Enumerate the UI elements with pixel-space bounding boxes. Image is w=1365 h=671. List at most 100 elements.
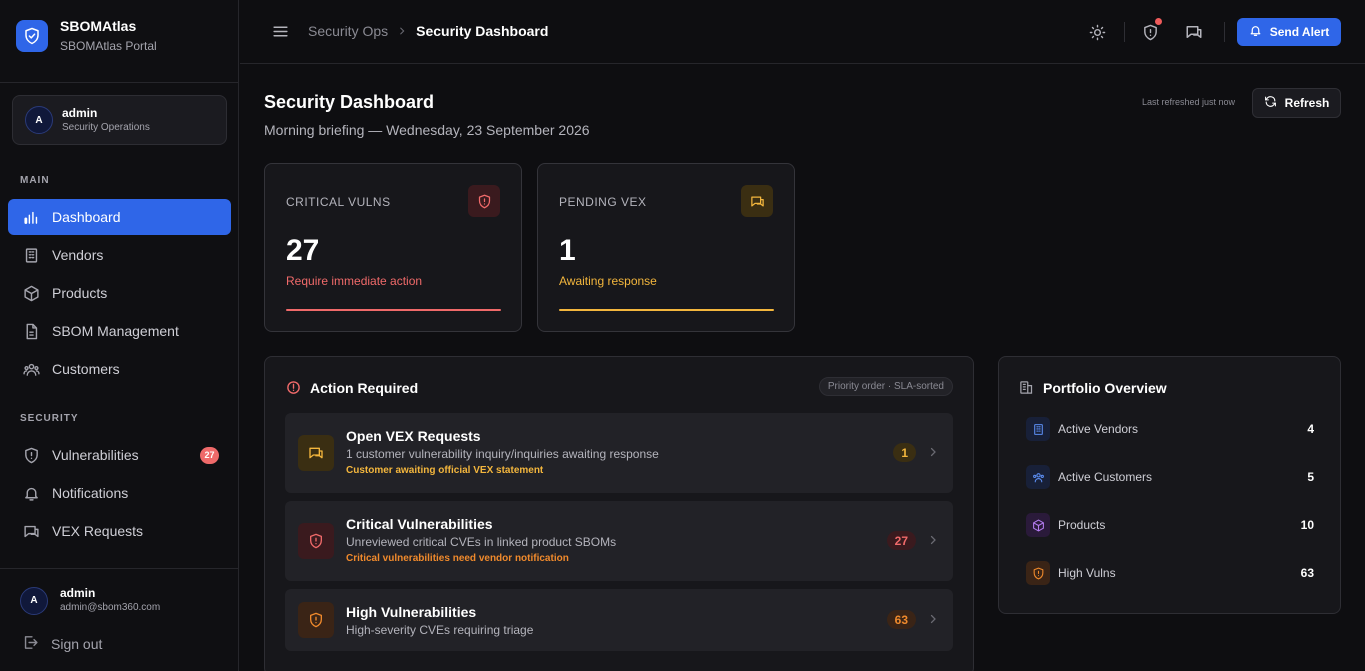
sidebar-item-customers[interactable]: Customers <box>8 351 231 387</box>
stat-label: PENDING VEX <box>559 195 647 209</box>
divider <box>1224 22 1225 42</box>
action-title: High Vulnerabilities <box>346 604 477 620</box>
page-title: Security Dashboard <box>264 92 435 112</box>
sign-out-button[interactable]: Sign out <box>22 634 102 654</box>
vulnerabilities-count-badge: 27 <box>200 446 219 464</box>
chevron-right-icon <box>927 612 939 631</box>
portfolio-row-products[interactable]: Products 10 <box>1026 513 1314 537</box>
bell-icon <box>1249 24 1262 40</box>
portfolio-value: 5 <box>1307 470 1314 484</box>
sidebar-item-vulnerabilities[interactable]: Vulnerabilities 27 <box>8 437 231 473</box>
avatar: A <box>20 586 48 615</box>
sidebar: SBOMAtlas SBOMAtlas Portal A admin Secur… <box>0 0 239 671</box>
action-row-critical-vulns[interactable]: Critical Vulnerabilities Unreviewed crit… <box>285 501 953 581</box>
action-description: High-severity CVEs requiring triage <box>346 623 534 637</box>
chat-icon[interactable] <box>1182 20 1206 44</box>
shield-alert-icon <box>1026 561 1050 585</box>
refresh-label: Refresh <box>1284 96 1330 110</box>
action-description: Unreviewed critical CVEs in linked produ… <box>346 535 617 549</box>
brand[interactable]: SBOMAtlas SBOMAtlas Portal <box>16 17 157 55</box>
portfolio-value: 10 <box>1300 518 1314 532</box>
users-icon <box>22 360 40 378</box>
footer-user[interactable]: A admin admin@sbom360.com <box>20 586 160 615</box>
action-note: Customer awaiting official VEX statement <box>346 465 544 476</box>
building-icon <box>22 246 40 264</box>
stat-description: Require immediate action <box>286 274 423 288</box>
menu-icon[interactable] <box>272 23 289 45</box>
sidebar-item-dashboard[interactable]: Dashboard <box>8 199 231 235</box>
page-subtitle: Morning briefing — Wednesday, 23 Septemb… <box>264 122 590 138</box>
brand-subtitle: SBOMAtlas Portal <box>60 39 157 53</box>
stat-value: 27 <box>286 234 320 267</box>
action-title: Open VEX Requests <box>346 428 481 444</box>
portfolio-label: Products <box>1058 518 1106 532</box>
stat-description: Awaiting response <box>559 274 657 288</box>
shield-alert-icon <box>22 446 40 464</box>
footer-user-name: admin <box>60 586 96 600</box>
portfolio-overview-title: Portfolio Overview <box>1043 380 1167 396</box>
chat-icon <box>741 185 773 217</box>
action-count-badge: 1 <box>893 443 916 462</box>
action-row-open-vex[interactable]: Open VEX Requests 1 customer vulnerabili… <box>285 413 953 493</box>
avatar: A <box>25 106 53 134</box>
portfolio-row-vendors[interactable]: Active Vendors 4 <box>1026 417 1314 441</box>
user-name: admin <box>62 105 98 120</box>
building-icon <box>1026 417 1050 441</box>
stat-label: CRITICAL VULNS <box>286 195 391 209</box>
chevron-right-icon <box>927 445 939 464</box>
building-icon <box>1019 380 1034 400</box>
sidebar-item-sbom-management[interactable]: SBOM Management <box>8 313 231 349</box>
sidebar-item-label: Vendors <box>52 247 104 263</box>
shield-alert-icon <box>468 185 500 217</box>
cube-icon <box>22 284 40 302</box>
portfolio-row-high-vulns[interactable]: High Vulns 63 <box>1026 561 1314 585</box>
portfolio-row-customers[interactable]: Active Customers 5 <box>1026 465 1314 489</box>
sidebar-item-label: Notifications <box>52 485 129 501</box>
refresh-button[interactable]: Refresh <box>1252 88 1341 118</box>
sidebar-item-vendors[interactable]: Vendors <box>8 237 231 273</box>
divider <box>0 82 239 83</box>
sidebar-item-notifications[interactable]: Notifications <box>8 475 231 511</box>
sign-out-label: Sign out <box>51 636 103 652</box>
stat-accent-bar <box>286 309 501 311</box>
shield-alert-icon <box>298 602 334 638</box>
bar-chart-icon <box>22 208 40 226</box>
user-card[interactable]: A admin Security Operations <box>12 95 227 145</box>
sidebar-item-label: Dashboard <box>52 209 121 225</box>
send-alert-button[interactable]: Send Alert <box>1237 18 1341 46</box>
refresh-icon <box>1264 95 1277 111</box>
portfolio-value: 63 <box>1300 566 1314 580</box>
users-icon <box>1026 465 1050 489</box>
sidebar-item-label: Vulnerabilities <box>52 447 139 463</box>
priority-order-badge: Priority order · SLA-sorted <box>818 377 953 396</box>
action-note: Critical vulnerabilities need vendor not… <box>346 553 569 564</box>
shield-check-logo-icon <box>16 20 48 52</box>
bell-icon <box>22 484 40 502</box>
shield-alert-icon[interactable] <box>1138 18 1162 44</box>
stat-card-pending-vex[interactable]: PENDING VEX 1 Awaiting response <box>537 163 795 332</box>
chat-icon <box>22 522 40 540</box>
topbar: Security Ops Security Dashboard Send Ale… <box>240 0 1365 64</box>
sidebar-item-label: Customers <box>52 361 120 377</box>
sidebar-item-label: VEX Requests <box>52 523 144 539</box>
cube-icon <box>1026 513 1050 537</box>
action-title: Critical Vulnerabilities <box>346 516 493 532</box>
divider <box>0 568 239 569</box>
chevron-right-icon <box>397 23 407 39</box>
stat-card-critical-vulns[interactable]: CRITICAL VULNS 27 Require immediate acti… <box>264 163 522 332</box>
stat-accent-bar <box>559 309 774 311</box>
sidebar-item-vex-requests[interactable]: VEX Requests <box>8 513 231 549</box>
sidebar-item-label: SBOM Management <box>52 323 179 339</box>
sidebar-item-products[interactable]: Products <box>8 275 231 311</box>
chat-icon <box>298 435 334 471</box>
section-label-security: SECURITY <box>20 413 79 424</box>
action-description: 1 customer vulnerability inquiry/inquiri… <box>346 447 659 461</box>
action-required-title: Action Required <box>310 380 419 396</box>
portfolio-value: 4 <box>1307 422 1314 436</box>
portfolio-label: Active Customers <box>1058 470 1153 484</box>
send-alert-label: Send Alert <box>1269 25 1330 39</box>
breadcrumb-item[interactable]: Security Ops <box>308 23 388 39</box>
sun-icon[interactable] <box>1085 20 1109 44</box>
breadcrumb: Security Ops Security Dashboard <box>308 23 548 39</box>
action-row-high-vulns[interactable]: High Vulnerabilities High-severity CVEs … <box>285 589 953 651</box>
